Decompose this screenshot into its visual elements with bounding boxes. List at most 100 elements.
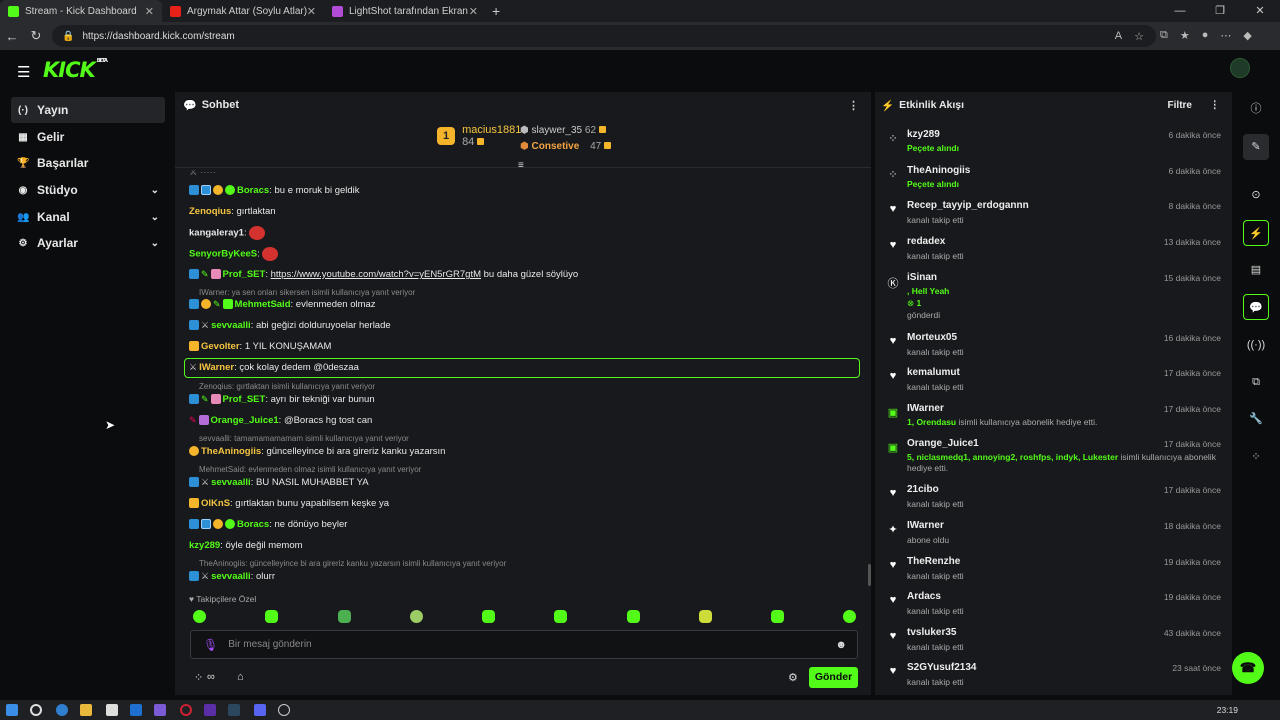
- emote-icon[interactable]: [554, 610, 567, 623]
- url-field[interactable]: 🔒 https://dashboard.kick.com/stream A ☆: [52, 25, 1156, 47]
- chat-username[interactable]: kangaleray1: [189, 228, 244, 239]
- close-window-icon[interactable]: ✕: [1240, 0, 1280, 22]
- chat-username[interactable]: sevvaalli: [211, 571, 251, 582]
- windows-start-icon[interactable]: [6, 704, 18, 716]
- emoji-picker-icon[interactable]: ☻: [835, 639, 847, 651]
- leader-name[interactable]: slaywer_35: [532, 125, 583, 136]
- activity-event[interactable]: ♥ kemalumut 17 dakika önce kanalı takip ett…: [883, 367, 1225, 397]
- chat-username[interactable]: Prof_SET: [223, 394, 266, 405]
- browser-tab-lightshot[interactable]: LightShot tarafından Ekran Görün ✕: [324, 0, 486, 22]
- infinity-icon[interactable]: ∞: [207, 671, 215, 683]
- copilot-icon[interactable]: ◆: [1243, 29, 1251, 42]
- chat-link[interactable]: https://www.youtube.com/watch?v=yEN5rGR7…: [271, 269, 481, 280]
- microphone-icon[interactable]: 🎙: [203, 638, 218, 652]
- browser-tab-kick[interactable]: Stream - Kick Dashboard ✕: [0, 0, 162, 22]
- outlook-icon[interactable]: [130, 704, 142, 716]
- favorites-icon[interactable]: ★: [1180, 29, 1190, 42]
- chat-settings-gear-icon[interactable]: ⚙: [788, 671, 798, 684]
- broadcast-icon[interactable]: ((·)): [1243, 332, 1269, 358]
- notepad-icon[interactable]: [106, 704, 118, 716]
- copilot-icon[interactable]: [154, 704, 166, 716]
- chat-icon[interactable]: 💬: [1243, 294, 1269, 320]
- activity-event[interactable]: ▣ IWarner 17 dakika önce 1, Orendasu isimli…: [883, 403, 1225, 433]
- vs-icon[interactable]: [204, 704, 216, 716]
- wrench-icon[interactable]: 🔧: [1243, 406, 1269, 432]
- activity-menu-icon[interactable]: ⋮: [1210, 99, 1221, 111]
- close-tab-icon[interactable]: ✕: [307, 5, 316, 18]
- emote-icon[interactable]: [771, 610, 784, 623]
- emote-icon[interactable]: [338, 610, 351, 623]
- filter-button[interactable]: Filtre: [1168, 100, 1192, 111]
- activity-event[interactable]: ♥ Ardacs 19 dakika önce kanalı takip etti: [883, 591, 1225, 621]
- emote-icon[interactable]: [627, 610, 640, 623]
- browser-tab-youtube[interactable]: Argymak Attar (Soylu Atlar) Altay ✕: [162, 0, 324, 22]
- document-icon[interactable]: ▤: [1243, 257, 1269, 283]
- emote-icon[interactable]: [193, 610, 206, 623]
- layers-icon[interactable]: ⧉: [1243, 369, 1269, 395]
- chat-username[interactable]: OlKnS: [201, 498, 230, 509]
- browser-menu-icon[interactable]: ⋯: [1220, 29, 1231, 42]
- emote-icon[interactable]: [482, 610, 495, 623]
- chat-username[interactable]: Orange_Juice1: [211, 415, 279, 426]
- file-explorer-icon[interactable]: [80, 704, 92, 716]
- chat-username[interactable]: Boracs: [237, 519, 269, 530]
- maximize-icon[interactable]: ❐: [1200, 0, 1240, 22]
- favorite-star-icon[interactable]: ☆: [1134, 30, 1144, 43]
- chat-username[interactable]: Zenoqius: [189, 206, 231, 217]
- activity-event[interactable]: ♥ TheRenzhe 19 dakika önce kanalı takip ett…: [883, 556, 1225, 586]
- extensions-icon[interactable]: ⧉: [1160, 29, 1168, 42]
- chat-username[interactable]: kzy289: [189, 540, 220, 551]
- discord-icon[interactable]: [254, 704, 266, 716]
- chat-scrollbar[interactable]: [868, 564, 871, 586]
- chat-username[interactable]: sevvaalli: [211, 477, 251, 488]
- chat-username[interactable]: Gevolter: [201, 341, 240, 352]
- kick-coin-icon[interactable]: ⁘: [1243, 444, 1269, 470]
- kick-coin-icon[interactable]: ⁘: [194, 671, 203, 684]
- chat-username[interactable]: SenyorByKeeS: [189, 249, 257, 260]
- search-icon[interactable]: [30, 704, 42, 716]
- steam-icon[interactable]: [228, 704, 240, 716]
- chat-username[interactable]: sevvaalli: [211, 320, 251, 331]
- read-aloud-icon[interactable]: A: [1115, 30, 1122, 43]
- chat-username[interactable]: Boracs: [237, 185, 269, 196]
- chat-username[interactable]: Prof_SET: [223, 269, 266, 280]
- minimize-icon[interactable]: —: [1160, 0, 1200, 22]
- activity-event[interactable]: ♥ Morteux05 16 dakika önce kanalı takip ett…: [883, 332, 1225, 362]
- back-icon[interactable]: ←: [0, 29, 24, 44]
- activity-event[interactable]: ⁘ kzy289 6 dakika önce Peçete alındı: [883, 129, 1225, 159]
- clock-app-icon[interactable]: [278, 704, 290, 716]
- activity-event[interactable]: ♥ 21cibo 17 dakika önce kanalı takip etti: [883, 484, 1225, 514]
- activity-event[interactable]: ▣ Orange_Juice1 17 dakika önce 5, niclasmed…: [883, 438, 1225, 478]
- sidebar-item-studyo[interactable]: ◉ Stüdyo ⌄: [11, 177, 165, 203]
- profile-icon[interactable]: ●: [1202, 29, 1209, 42]
- chat-username[interactable]: TheAninogiis: [201, 446, 261, 457]
- activity-event[interactable]: ♥ Recep_tayyip_erdogannn 8 dakika önce kana…: [883, 200, 1225, 230]
- activity-event[interactable]: ♥ S2GYusuf2134 23 saat önce kanalı takip et…: [883, 662, 1225, 692]
- lightning-icon[interactable]: ⚡: [1243, 220, 1269, 246]
- chat-menu-icon[interactable]: ⋮: [848, 99, 859, 112]
- reload-icon[interactable]: ↻: [24, 28, 48, 44]
- emote-icon[interactable]: [699, 610, 712, 623]
- store-icon[interactable]: ⌂: [237, 671, 244, 683]
- emote-icon[interactable]: [843, 610, 856, 623]
- activity-event[interactable]: ♥ redadex 13 dakika önce kanalı takip etti: [883, 236, 1225, 266]
- sidebar-item-ayarlar[interactable]: ⚙ Ayarlar ⌄: [11, 230, 165, 256]
- send-button[interactable]: Gönder: [809, 667, 858, 688]
- camera-icon[interactable]: ⊙: [1243, 182, 1269, 208]
- kick-logo[interactable]: KICK BETA: [43, 58, 108, 82]
- leader-name[interactable]: macius1881: [462, 124, 521, 136]
- sidebar-item-yayin[interactable]: (·) Yayın: [11, 97, 165, 123]
- hamburger-menu-icon[interactable]: ☰: [17, 63, 30, 81]
- edge-icon[interactable]: [56, 704, 68, 716]
- activity-event[interactable]: ♥ tvsluker35 43 dakika önce kanalı takip et…: [883, 627, 1225, 657]
- sidebar-item-gelir[interactable]: ▦ Gelir: [11, 124, 165, 150]
- support-headset-button[interactable]: ☎: [1232, 652, 1264, 684]
- chat-username[interactable]: MehmetSaid: [235, 299, 291, 310]
- emote-icon[interactable]: [410, 610, 423, 623]
- user-avatar[interactable]: [1230, 58, 1250, 78]
- close-tab-icon[interactable]: ✕: [469, 5, 478, 18]
- edit-icon[interactable]: ✎: [1243, 134, 1269, 160]
- leader-name[interactable]: Consetive: [532, 141, 580, 152]
- chat-input[interactable]: 🎙 Bir mesaj gönderin ☻: [190, 630, 858, 659]
- sidebar-item-kanal[interactable]: 👥 Kanal ⌄: [11, 204, 165, 230]
